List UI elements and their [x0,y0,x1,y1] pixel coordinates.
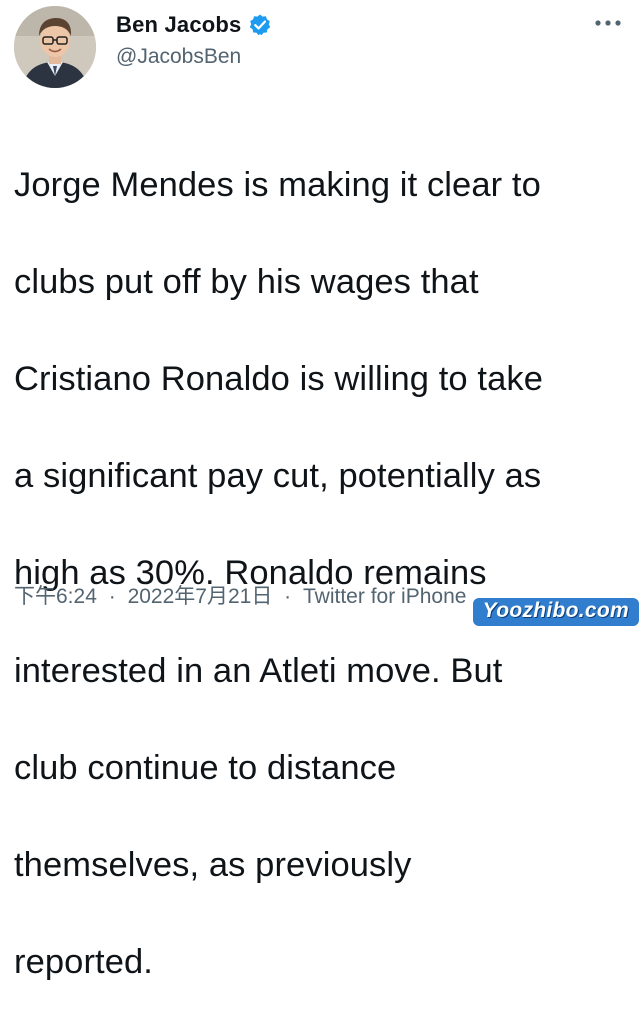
verified-badge-icon [248,13,272,37]
tweet-text-line: interested in an Atleti move. But [14,651,503,690]
tweet-source-link[interactable]: Twitter for iPhone [303,585,466,608]
tweet-text-line: Cristiano Ronaldo is willing to take [14,359,544,398]
more-options-button[interactable] [591,10,625,36]
avatar-image [14,6,96,88]
tweet-text-line: clubs put off by his wages that [14,262,479,301]
tweet-text-line: club continue to distance [14,748,397,787]
tweet-text-line: reported. [14,943,153,982]
tweet-text-line: a significant pay cut, potentially as [14,457,542,496]
tweet-metadata: 下午6:24 · 2022年7月21日 · Twitter for iPhone [14,580,466,610]
user-name-row: Ben Jacobs [116,12,272,38]
watermark: Yoozhibo.com [472,598,639,626]
tweet-text: Jorge Mendes is making it clear to clubs… [14,112,634,1035]
separator: · [108,585,116,608]
tweet-time[interactable]: 下午6:24 [14,585,97,608]
avatar[interactable] [14,6,96,88]
display-name[interactable]: Ben Jacobs [116,12,242,38]
tweet-text-line: themselves, as previously [14,845,412,884]
tweet-text-line: Jorge Mendes is making it clear to [14,165,541,204]
separator: · [284,585,292,608]
user-handle[interactable]: @JacobsBen [116,45,241,69]
more-options-icon [595,20,621,26]
tweet-card: Ben Jacobs @JacobsBen Jorge Mendes is ma… [0,0,641,981]
tweet-date[interactable]: 2022年7月21日 [128,585,273,608]
